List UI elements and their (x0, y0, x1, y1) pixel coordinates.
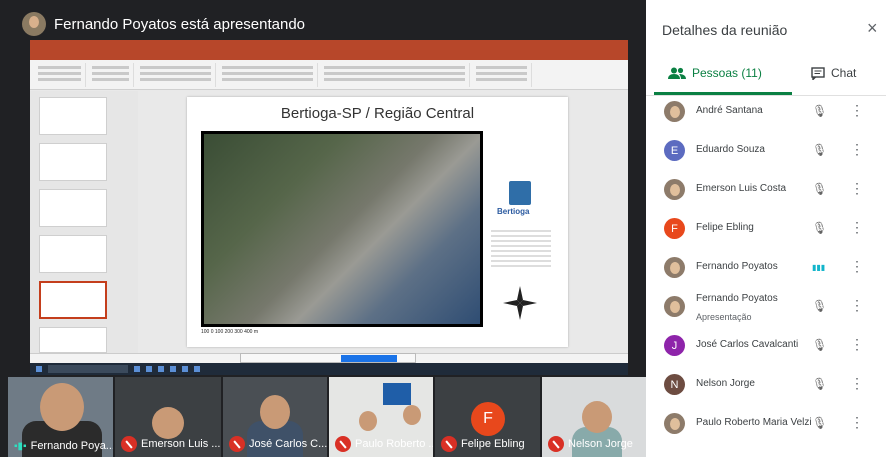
avatar (664, 296, 685, 317)
mic-off-icon (441, 436, 457, 452)
participant-row[interactable]: E Eduardo Souza 🎙 ⋮ (646, 131, 886, 170)
more-options-icon[interactable]: ⋮ (850, 375, 864, 392)
participant-subtitle: Apresentação (696, 312, 752, 322)
stop-sharing-button (341, 355, 397, 362)
presenter-avatar (22, 12, 46, 36)
compass-icon (503, 286, 537, 320)
avatar (664, 179, 685, 200)
more-options-icon[interactable]: ⋮ (850, 297, 864, 314)
participant-row[interactable]: Fernando Poyatos Apresentação 🎙 ⋮ (646, 287, 886, 326)
slide-title: Bertioga-SP / Região Central (280, 105, 475, 122)
mic-off-icon[interactable]: 🎙 (812, 221, 827, 235)
mic-off-icon[interactable]: 🎙 (812, 104, 827, 118)
people-icon (668, 67, 686, 79)
avatar (664, 101, 685, 122)
participant-tiles: ▪▮▪ Fernando Poya... Emerson Luis ... Jos… (0, 377, 646, 457)
avatar: F (471, 402, 505, 436)
avatar: F (664, 218, 685, 239)
participant-name: José Carlos Cavalcanti (696, 339, 799, 350)
participant-tile[interactable]: ▪▮▪ Fernando Poya... (8, 377, 113, 457)
speaking-icon[interactable]: ▮▮▮ (812, 263, 825, 272)
brand-label: Bertioga (497, 207, 530, 216)
participant-row[interactable]: N Nelson Jorge 🎙 ⋮ (646, 365, 886, 404)
tab-people[interactable]: Pessoas (11) (668, 60, 762, 86)
close-icon[interactable]: × (867, 18, 878, 39)
powerpoint-titlebar (30, 40, 628, 52)
chat-icon (811, 66, 825, 80)
more-options-icon[interactable]: ⋮ (850, 180, 864, 197)
participant-name: Emerson Luis Costa (696, 183, 787, 194)
more-options-icon[interactable]: ⋮ (850, 258, 864, 275)
presenter-bar: Fernando Poyatos está apresentando (22, 10, 305, 38)
more-options-icon[interactable]: ⋮ (850, 219, 864, 236)
avatar: E (664, 140, 685, 161)
more-options-icon[interactable]: ⋮ (850, 141, 864, 158)
panel-title: Detalhes da reunião (662, 22, 788, 38)
tab-chat[interactable]: Chat (811, 60, 856, 86)
participant-row[interactable]: Paulo Roberto Maria Velzi 🎙 ⋮ (646, 404, 886, 443)
city-seal (509, 181, 531, 205)
mic-off-icon (548, 436, 564, 452)
mic-presenting-icon[interactable]: 🎙 (812, 299, 827, 313)
meeting-details-panel: Detalhes da reunião × Pessoas (11) Chat … (646, 0, 886, 457)
more-options-icon[interactable]: ⋮ (850, 414, 864, 431)
avatar: J (664, 335, 685, 356)
participant-name: Paulo Roberto Maria Velzi (696, 417, 812, 428)
participant-tile[interactable]: F Felipe Ebling (435, 377, 540, 457)
windows-taskbar (30, 363, 628, 375)
participant-row[interactable]: Emerson Luis Costa 🎙 ⋮ (646, 170, 886, 209)
powerpoint-ribbon-tabs (30, 52, 628, 60)
participant-name: Fernando Poyatos (696, 261, 778, 272)
main-stage: Fernando Poyatos está apresentando Berti… (0, 0, 646, 457)
avatar (664, 413, 685, 434)
satellite-map (201, 131, 483, 327)
more-options-icon[interactable]: ⋮ (850, 336, 864, 353)
participant-row[interactable]: André Santana 🎙 ⋮ (646, 92, 886, 131)
participant-name: Eduardo Souza (696, 144, 765, 155)
mic-off-icon (335, 436, 351, 452)
participant-row[interactable]: Fernando Poyatos ▮▮▮ ⋮ (646, 248, 886, 287)
more-options-icon[interactable]: ⋮ (850, 102, 864, 119)
tab-chat-label: Chat (831, 66, 857, 80)
mic-off-icon[interactable]: 🎙 (812, 338, 827, 352)
map-legend: Bertioga (487, 131, 559, 327)
tab-people-label: Pessoas (11) (692, 66, 762, 80)
participant-row[interactable]: J José Carlos Cavalcanti 🎙 ⋮ (646, 326, 886, 365)
participant-row[interactable]: F Felipe Ebling 🎙 ⋮ (646, 209, 886, 248)
presenter-title: Fernando Poyatos está apresentando (54, 15, 306, 33)
avatar: N (664, 374, 685, 395)
speaking-icon: ▪▮▪ (14, 440, 27, 452)
participant-name: Felipe Ebling (696, 222, 754, 233)
participant-tile[interactable]: Paulo Roberto ... (329, 377, 433, 457)
participant-tile[interactable]: Emerson Luis ... (115, 377, 221, 457)
map-scale: 100 0 100 200 300 400 m (201, 329, 258, 335)
avatar (664, 257, 685, 278)
mic-off-icon (229, 436, 245, 452)
selected-slide-thumbnail (39, 281, 107, 319)
mic-off-icon[interactable]: 🎙 (812, 143, 827, 157)
participant-tile[interactable]: José Carlos C... (223, 377, 327, 457)
participant-tile[interactable]: Nelson Jorge (542, 377, 646, 457)
mic-off-icon[interactable]: 🎙 (812, 182, 827, 196)
powerpoint-ribbon (30, 60, 628, 90)
shared-screen: Bertioga-SP / Região Central 100 0 100 2… (30, 40, 628, 375)
screen-share-notice (240, 353, 416, 363)
mic-off-icon[interactable]: 🎙 (812, 416, 827, 430)
participant-name: André Santana (696, 105, 763, 116)
slide-thumbnails (30, 91, 138, 353)
participant-name: Nelson Jorge (696, 378, 755, 389)
current-slide: Bertioga-SP / Região Central 100 0 100 2… (187, 97, 568, 347)
participant-name: Fernando Poyatos (696, 293, 778, 304)
mic-off-icon[interactable]: 🎙 (812, 377, 827, 391)
mic-off-icon (121, 436, 137, 452)
